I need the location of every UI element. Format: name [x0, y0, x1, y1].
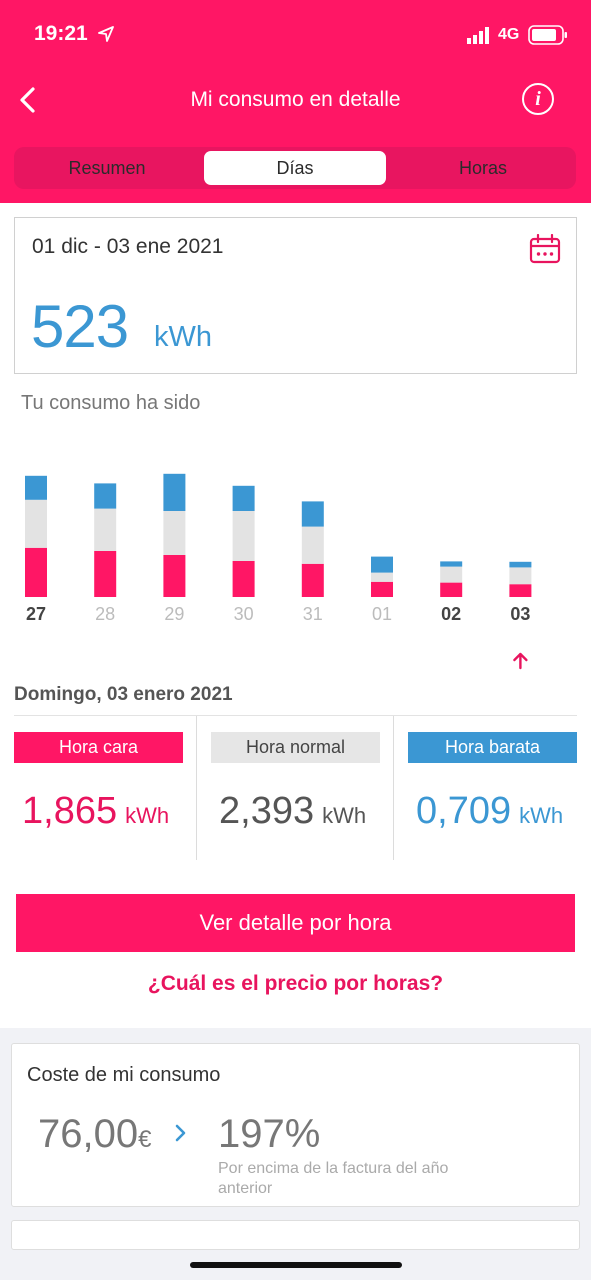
cost-card[interactable]: Coste de mi consumo 76,00€ 197% Por enci… — [11, 1043, 580, 1207]
bar-30-expensive[interactable] — [232, 561, 255, 597]
cost-currency: € — [138, 1126, 152, 1153]
total-consumption-unit: kWh — [154, 321, 212, 353]
home-indicator — [190, 1262, 402, 1268]
period-tabs: Resumen Días Horas — [14, 147, 576, 189]
page-title: Mi consumo en detalle — [190, 88, 401, 111]
bar-02-normal[interactable] — [440, 566, 463, 583]
total-consumption-value: 523 — [31, 293, 129, 360]
x-tick-label[interactable]: 29 — [164, 604, 184, 624]
x-tick-label[interactable]: 27 — [26, 604, 46, 624]
bar-01-normal[interactable] — [371, 572, 393, 582]
bar-29-cheap[interactable] — [163, 473, 186, 511]
location-arrow-icon — [98, 26, 114, 42]
bar-28-normal[interactable] — [94, 508, 117, 551]
bar-27-cheap[interactable] — [25, 475, 47, 500]
tab-resumen[interactable]: Resumen — [16, 151, 198, 185]
calendar-icon[interactable] — [529, 234, 561, 264]
slot-normal: Hora normal 2,393 kWh — [211, 716, 394, 860]
divider — [393, 716, 394, 860]
x-tick-label[interactable]: 28 — [95, 604, 115, 624]
slot-cheap-number: 0,709 — [416, 790, 512, 832]
chevron-right-icon — [175, 1124, 186, 1142]
hourly-detail-button[interactable]: Ver detalle por hora — [16, 894, 575, 952]
next-card — [11, 1220, 580, 1250]
bar-29-expensive[interactable] — [163, 555, 186, 597]
slot-normal-number: 2,393 — [219, 790, 315, 832]
bar-02-cheap[interactable] — [440, 561, 463, 567]
tab-horas[interactable]: Horas — [392, 151, 574, 185]
cost-card-title: Coste de mi consumo — [27, 1064, 221, 1086]
cost-amount-number: 76,00 — [38, 1112, 139, 1156]
status-time: 19:21 — [34, 22, 88, 45]
daily-consumption-chart: 27 28 29 30 31 01 02 03 — [25, 473, 532, 670]
slot-expensive-unit: kWh — [125, 803, 170, 828]
slot-normal-value: 2,393 kWh — [219, 790, 366, 833]
slot-normal-unit: kWh — [322, 803, 367, 828]
slot-cheap-value: 0,709 kWh — [416, 790, 563, 833]
selected-day-title: Domingo, 03 enero 2021 — [14, 684, 233, 705]
bar-03-expensive[interactable] — [509, 584, 532, 597]
bar-31-expensive[interactable] — [301, 563, 324, 597]
x-tick-label[interactable]: 31 — [303, 604, 323, 624]
bar-31-normal[interactable] — [301, 526, 324, 564]
period-range: 01 dic - 03 ene 2021 — [32, 235, 224, 258]
bar-27-normal[interactable] — [25, 499, 47, 548]
x-tick-label[interactable]: 03 — [510, 604, 530, 624]
bar-01-cheap[interactable] — [371, 556, 393, 573]
signal-icon — [467, 27, 489, 44]
bar-27-expensive[interactable] — [25, 547, 47, 597]
bar-03-normal[interactable] — [509, 567, 532, 585]
selected-day-arrow-icon — [513, 652, 528, 670]
bar-03-cheap[interactable] — [509, 561, 532, 568]
x-tick-label[interactable]: 02 — [441, 604, 461, 624]
bar-28-cheap[interactable] — [94, 483, 117, 509]
app-header: 19:21 4G Mi consumo en detalle i Resumen… — [0, 0, 591, 203]
x-tick-label[interactable]: 30 — [234, 604, 254, 624]
network-label: 4G — [498, 26, 520, 43]
slot-cheap-unit: kWh — [519, 803, 564, 828]
bar-28-expensive[interactable] — [94, 551, 117, 597]
slot-cheap: Hora barata 0,709 kWh — [408, 716, 591, 860]
slot-normal-label: Hora normal — [211, 732, 380, 763]
cost-amount: 76,00€ — [38, 1112, 151, 1157]
info-icon[interactable]: i — [522, 83, 554, 115]
battery-icon — [528, 25, 567, 45]
status-bar: 19:21 4G — [0, 0, 591, 70]
cost-percent: 197% — [218, 1112, 321, 1156]
bar-30-cheap[interactable] — [232, 485, 255, 511]
bar-30-normal[interactable] — [232, 511, 255, 561]
slot-expensive-label: Hora cara — [14, 732, 183, 763]
cost-note: Por encima de la factura del año anterio… — [218, 1160, 449, 1197]
slot-cheap-label: Hora barata — [408, 732, 577, 763]
period-summary-card: 01 dic - 03 ene 2021 523 kWh — [14, 217, 577, 374]
bar-29-normal[interactable] — [163, 511, 186, 555]
slot-expensive-value: 1,865 kWh — [22, 790, 169, 833]
bar-02-expensive[interactable] — [440, 582, 463, 597]
bar-31-cheap[interactable] — [301, 501, 324, 527]
slot-expensive: Hora cara 1,865 kWh — [14, 716, 197, 860]
tab-dias[interactable]: Días — [204, 151, 386, 185]
bar-01-expensive[interactable] — [371, 581, 393, 597]
divider — [196, 716, 197, 860]
hourly-price-link[interactable]: ¿Cuál es el precio por horas? — [0, 972, 591, 996]
slot-expensive-number: 1,865 — [22, 790, 118, 832]
chart-subtitle: Tu consumo ha sido — [21, 392, 201, 414]
x-tick-label[interactable]: 01 — [372, 604, 392, 624]
